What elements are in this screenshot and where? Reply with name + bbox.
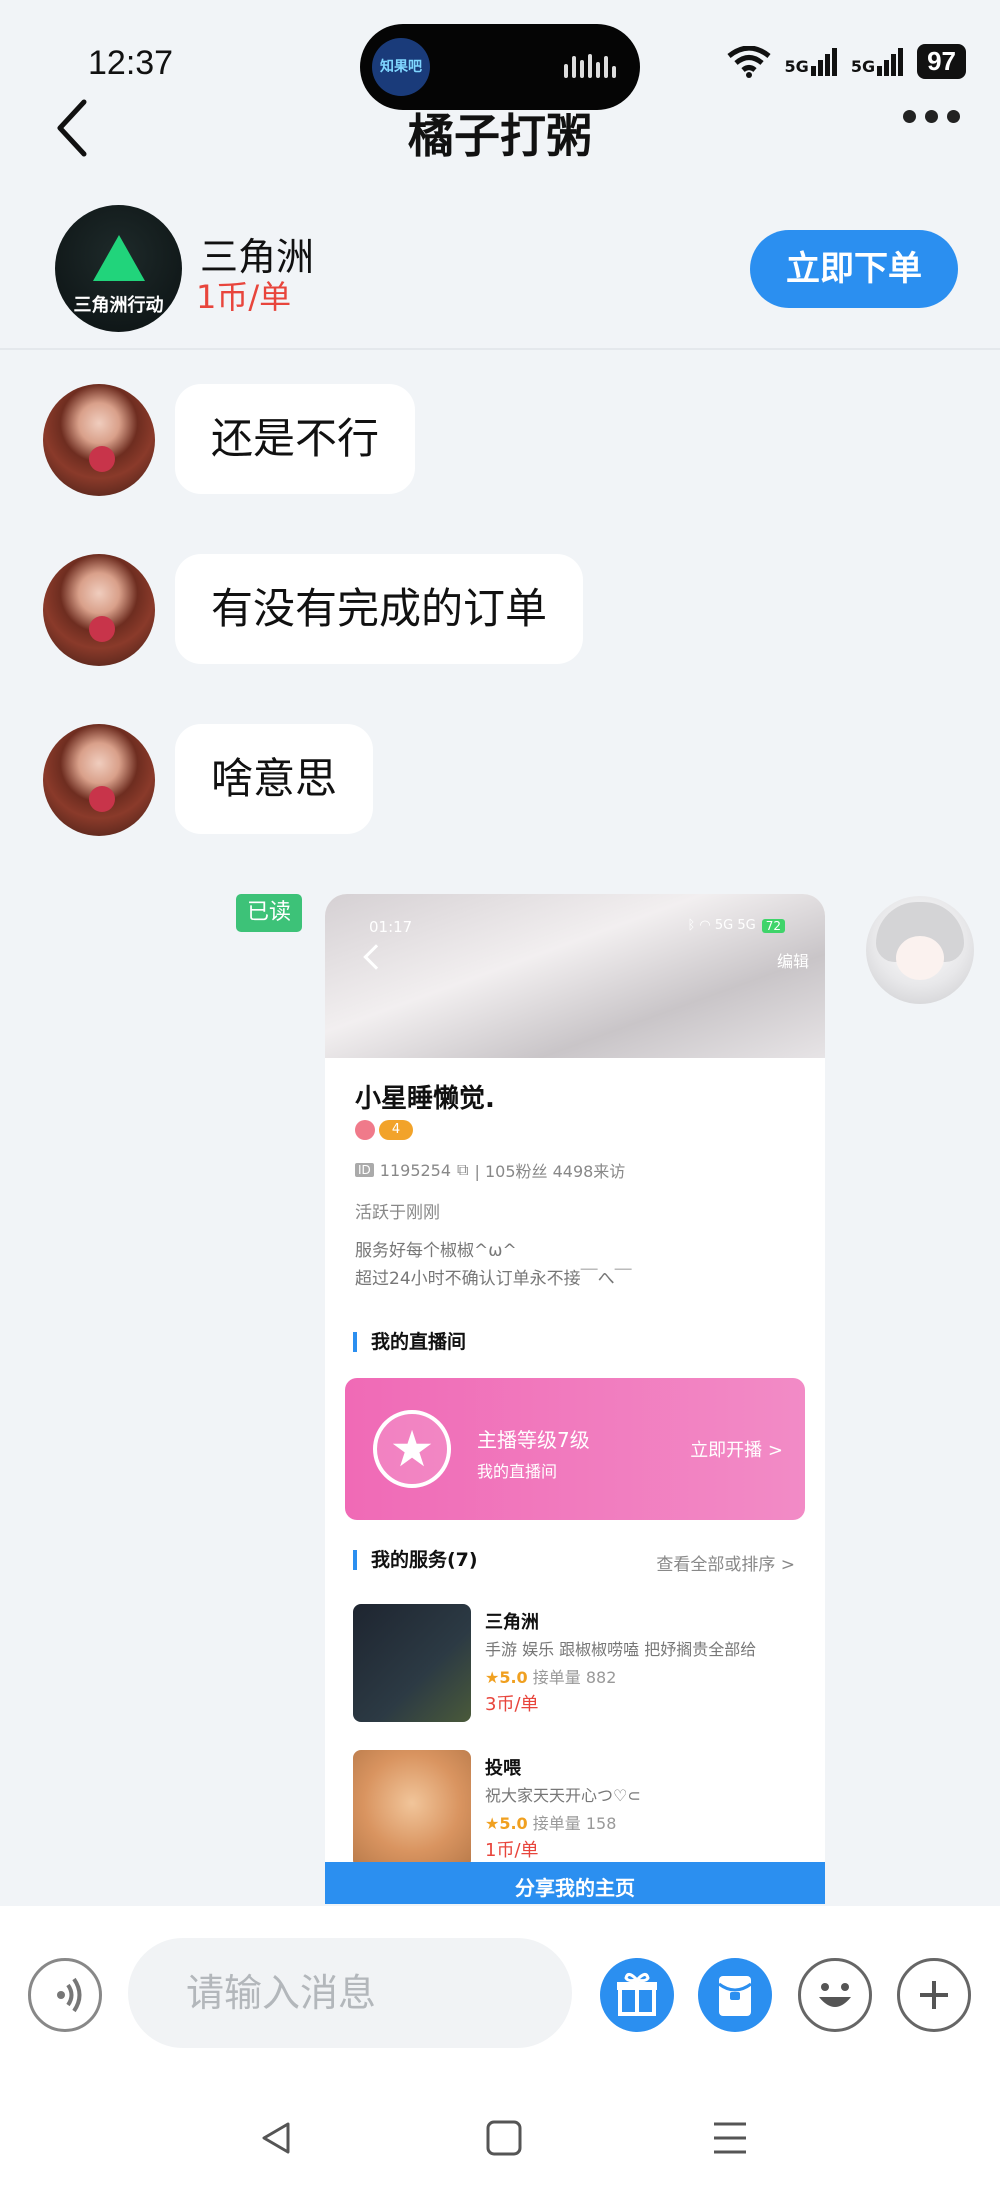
other-avatar[interactable] [43, 554, 155, 666]
order-now-button[interactable]: 立即下单 [750, 230, 958, 308]
status-icons: 5G 5G 97 [726, 44, 966, 79]
emoji-button[interactable] [798, 1958, 872, 2032]
copy-icon: ⧉ [457, 1160, 469, 1179]
my-avatar[interactable] [866, 896, 974, 1004]
message-bubble[interactable]: 啥意思 [175, 724, 374, 834]
live-section-title: 我的直播间 [353, 1332, 466, 1352]
status-bar: 12:37 知果吧 5G 5G 97 [0, 0, 1000, 110]
service-desc: 手游 娱乐 跟椒椒唠嗑 把妤搁贵全部给 [485, 1640, 757, 1659]
profile-banner: 01:17 ᛒ ◠ 5G 5G 72 编辑 [325, 894, 825, 1058]
service-logo-text: 三角洲行动 [73, 295, 164, 316]
shot-id-row: ID 1195254 ⧉ | 105粉丝 4498来访 [355, 1158, 625, 1182]
voice-button[interactable] [28, 1958, 102, 2032]
message-input[interactable] [128, 1938, 572, 2048]
audio-bars-icon [564, 54, 616, 78]
shot-status-time: 01:17 [369, 918, 413, 936]
star-icon: ★ [373, 1410, 451, 1488]
shot-status-icons: ᛒ ◠ 5G 5G 72 [687, 918, 785, 933]
input-toolbar [0, 1906, 1000, 2197]
island-app-icon: 知果吧 [372, 38, 430, 96]
shot-active-status: 活跃于刚刚 [355, 1203, 440, 1223]
service-price: 1币/单 [196, 278, 292, 316]
service-title: 三角洲 [485, 1612, 539, 1633]
shared-screenshot-image[interactable]: 01:17 ᛒ ◠ 5G 5G 72 编辑 小星睡懒觉. 4 ID 1195254… [325, 894, 825, 1904]
signal-2-icon: 5G [851, 47, 904, 76]
nav-back-icon [262, 2122, 290, 2154]
service-card[interactable]: 三角洲行动 三角洲 1币/单 立即下单 [0, 190, 1000, 350]
service-title: 投喂 [485, 1758, 521, 1779]
red-packet-button[interactable] [698, 1958, 772, 2032]
shot-intro-line: 超过24小时不确认订单永不接￣へ￣ [355, 1269, 632, 1289]
message-bubble[interactable]: 有没有完成的订单 [175, 554, 584, 664]
live-room-card: ★ 主播等级7级 我的直播间 立即开播 > [345, 1378, 805, 1520]
voice-icon [57, 1977, 82, 2013]
service-rating: ★5.0 接单量 882 [485, 1668, 617, 1687]
page-title: 橘子打粥 [408, 109, 592, 163]
other-avatar[interactable] [43, 724, 155, 836]
more-actions-button[interactable] [897, 1958, 971, 2032]
level-badge: 4 [379, 1120, 413, 1140]
system-menu-button[interactable] [710, 2118, 750, 2162]
gift-button[interactable] [600, 1958, 674, 2032]
shot-back-icon [363, 944, 389, 970]
live-room-label: 我的直播间 [477, 1462, 558, 1481]
dynamic-island: 知果吧 [360, 24, 640, 110]
live-start-label: 立即开播 > [690, 1440, 783, 1461]
service-rating: ★5.0 接单量 158 [485, 1814, 617, 1833]
service-logo: 三角洲行动 [55, 205, 182, 332]
nav-home-icon [486, 2120, 522, 2156]
signal-1-icon: 5G [785, 47, 837, 76]
services-section-title: 我的服务(7) [353, 1550, 478, 1570]
battery-indicator: 97 [917, 44, 966, 79]
live-level: 主播等级7级 [477, 1428, 590, 1452]
red-packet-icon [718, 1976, 752, 2016]
service-price: 1币/单 [485, 1840, 539, 1861]
more-button[interactable] [903, 110, 960, 123]
emoji-icon [819, 1983, 851, 2007]
shot-intro-line: 服务好每个椒椒^ω^ [355, 1241, 517, 1261]
system-back-button[interactable] [256, 2118, 296, 2162]
service-desc: 祝大家天天开心つ♡⊂ [485, 1786, 641, 1805]
shot-username: 小星睡懒觉. [355, 1084, 495, 1114]
more-icon [903, 110, 916, 123]
read-status-badge: 已读 [236, 894, 302, 932]
share-homepage-bar: 分享我的主页 [325, 1862, 825, 1904]
shot-edit-label: 编辑 [776, 952, 809, 971]
system-home-button[interactable] [484, 2118, 524, 2162]
services-all-link: 查看全部或排序 > [656, 1555, 795, 1575]
service-thumbnail [353, 1750, 471, 1868]
other-avatar[interactable] [43, 384, 155, 496]
service-thumbnail [353, 1604, 471, 1722]
location-badge-icon [355, 1120, 375, 1140]
message-bubble[interactable]: 还是不行 [175, 384, 416, 494]
plus-icon [920, 1981, 948, 2009]
service-price: 3币/单 [485, 1694, 539, 1715]
gift-icon [617, 1973, 657, 2016]
wifi-icon [726, 45, 771, 78]
nav-menu-icon [714, 2122, 746, 2154]
status-time: 12:37 [88, 44, 174, 82]
